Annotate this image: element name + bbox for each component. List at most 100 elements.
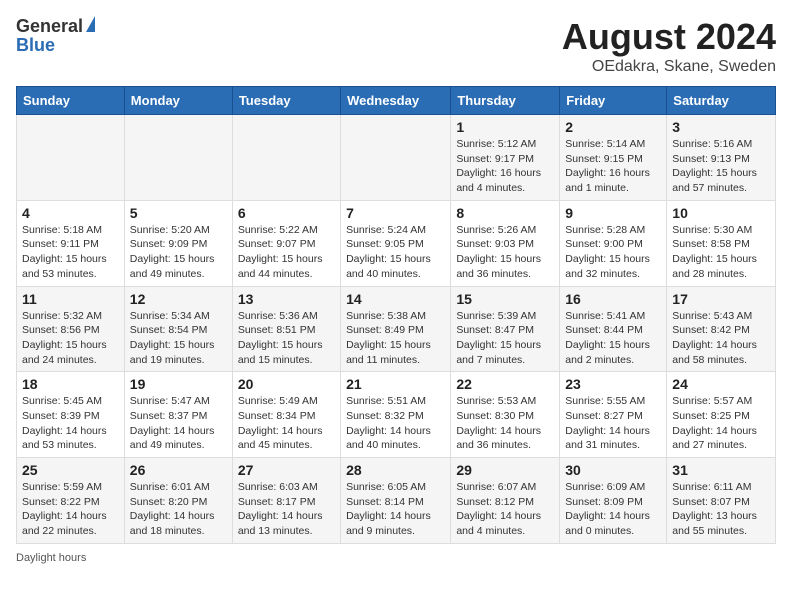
day-info: Sunrise: 5:47 AMSunset: 8:37 PMDaylight:… bbox=[130, 394, 227, 453]
day-number: 11 bbox=[22, 291, 119, 307]
calendar-cell: 20 Sunrise: 5:49 AMSunset: 8:34 PMDaylig… bbox=[232, 372, 340, 458]
day-number: 24 bbox=[672, 376, 770, 392]
day-number: 12 bbox=[130, 291, 227, 307]
calendar-cell: 9 Sunrise: 5:28 AMSunset: 9:00 PMDayligh… bbox=[560, 200, 667, 286]
day-info: Sunrise: 6:09 AMSunset: 8:09 PMDaylight:… bbox=[565, 480, 661, 539]
day-info: Sunrise: 5:39 AMSunset: 8:47 PMDaylight:… bbox=[456, 309, 554, 368]
calendar-cell bbox=[124, 115, 232, 201]
day-number: 27 bbox=[238, 462, 335, 478]
calendar-cell: 4 Sunrise: 5:18 AMSunset: 9:11 PMDayligh… bbox=[17, 200, 125, 286]
day-number: 2 bbox=[565, 119, 661, 135]
calendar-cell bbox=[232, 115, 340, 201]
day-number: 31 bbox=[672, 462, 770, 478]
calendar-cell: 28 Sunrise: 6:05 AMSunset: 8:14 PMDaylig… bbox=[341, 458, 451, 544]
day-number: 8 bbox=[456, 205, 554, 221]
day-number: 16 bbox=[565, 291, 661, 307]
day-info: Sunrise: 5:45 AMSunset: 8:39 PMDaylight:… bbox=[22, 394, 119, 453]
day-number: 18 bbox=[22, 376, 119, 392]
day-info: Sunrise: 6:01 AMSunset: 8:20 PMDaylight:… bbox=[130, 480, 227, 539]
day-number: 23 bbox=[565, 376, 661, 392]
calendar-cell: 11 Sunrise: 5:32 AMSunset: 8:56 PMDaylig… bbox=[17, 286, 125, 372]
day-number: 20 bbox=[238, 376, 335, 392]
calendar-cell: 14 Sunrise: 5:38 AMSunset: 8:49 PMDaylig… bbox=[341, 286, 451, 372]
day-number: 17 bbox=[672, 291, 770, 307]
day-info: Sunrise: 5:51 AMSunset: 8:32 PMDaylight:… bbox=[346, 394, 445, 453]
calendar-cell: 1 Sunrise: 5:12 AMSunset: 9:17 PMDayligh… bbox=[451, 115, 560, 201]
day-number: 1 bbox=[456, 119, 554, 135]
day-number: 22 bbox=[456, 376, 554, 392]
logo: General Blue bbox=[16, 16, 95, 56]
day-info: Sunrise: 5:55 AMSunset: 8:27 PMDaylight:… bbox=[565, 394, 661, 453]
day-number: 9 bbox=[565, 205, 661, 221]
calendar-cell: 29 Sunrise: 6:07 AMSunset: 8:12 PMDaylig… bbox=[451, 458, 560, 544]
page-header: General Blue August 2024 OEdakra, Skane,… bbox=[16, 16, 776, 76]
day-number: 30 bbox=[565, 462, 661, 478]
calendar-cell: 3 Sunrise: 5:16 AMSunset: 9:13 PMDayligh… bbox=[667, 115, 776, 201]
calendar-cell: 19 Sunrise: 5:47 AMSunset: 8:37 PMDaylig… bbox=[124, 372, 232, 458]
title-block: August 2024 OEdakra, Skane, Sweden bbox=[562, 16, 776, 76]
day-number: 21 bbox=[346, 376, 445, 392]
day-info: Sunrise: 6:11 AMSunset: 8:07 PMDaylight:… bbox=[672, 480, 770, 539]
day-number: 25 bbox=[22, 462, 119, 478]
day-info: Sunrise: 5:59 AMSunset: 8:22 PMDaylight:… bbox=[22, 480, 119, 539]
day-number: 26 bbox=[130, 462, 227, 478]
day-info: Sunrise: 6:05 AMSunset: 8:14 PMDaylight:… bbox=[346, 480, 445, 539]
calendar-cell: 16 Sunrise: 5:41 AMSunset: 8:44 PMDaylig… bbox=[560, 286, 667, 372]
calendar-week-row: 4 Sunrise: 5:18 AMSunset: 9:11 PMDayligh… bbox=[17, 200, 776, 286]
calendar-cell: 15 Sunrise: 5:39 AMSunset: 8:47 PMDaylig… bbox=[451, 286, 560, 372]
day-info: Sunrise: 5:38 AMSunset: 8:49 PMDaylight:… bbox=[346, 309, 445, 368]
day-number: 7 bbox=[346, 205, 445, 221]
weekday-header-monday: Monday bbox=[124, 87, 232, 115]
day-info: Sunrise: 5:12 AMSunset: 9:17 PMDaylight:… bbox=[456, 137, 554, 196]
day-info: Sunrise: 5:22 AMSunset: 9:07 PMDaylight:… bbox=[238, 223, 335, 282]
calendar-cell: 27 Sunrise: 6:03 AMSunset: 8:17 PMDaylig… bbox=[232, 458, 340, 544]
day-number: 13 bbox=[238, 291, 335, 307]
logo-triangle-icon bbox=[86, 16, 95, 32]
day-info: Sunrise: 5:53 AMSunset: 8:30 PMDaylight:… bbox=[456, 394, 554, 453]
logo-general: General bbox=[16, 16, 83, 37]
day-info: Sunrise: 5:49 AMSunset: 8:34 PMDaylight:… bbox=[238, 394, 335, 453]
day-number: 4 bbox=[22, 205, 119, 221]
weekday-header-thursday: Thursday bbox=[451, 87, 560, 115]
day-number: 15 bbox=[456, 291, 554, 307]
calendar-week-row: 11 Sunrise: 5:32 AMSunset: 8:56 PMDaylig… bbox=[17, 286, 776, 372]
day-info: Sunrise: 5:20 AMSunset: 9:09 PMDaylight:… bbox=[130, 223, 227, 282]
day-info: Sunrise: 5:57 AMSunset: 8:25 PMDaylight:… bbox=[672, 394, 770, 453]
day-info: Sunrise: 5:41 AMSunset: 8:44 PMDaylight:… bbox=[565, 309, 661, 368]
day-info: Sunrise: 5:14 AMSunset: 9:15 PMDaylight:… bbox=[565, 137, 661, 196]
day-number: 14 bbox=[346, 291, 445, 307]
calendar-cell: 13 Sunrise: 5:36 AMSunset: 8:51 PMDaylig… bbox=[232, 286, 340, 372]
day-number: 6 bbox=[238, 205, 335, 221]
calendar-cell: 22 Sunrise: 5:53 AMSunset: 8:30 PMDaylig… bbox=[451, 372, 560, 458]
calendar-cell: 31 Sunrise: 6:11 AMSunset: 8:07 PMDaylig… bbox=[667, 458, 776, 544]
calendar-week-row: 25 Sunrise: 5:59 AMSunset: 8:22 PMDaylig… bbox=[17, 458, 776, 544]
day-number: 29 bbox=[456, 462, 554, 478]
page-title: August 2024 bbox=[562, 16, 776, 58]
calendar-week-row: 18 Sunrise: 5:45 AMSunset: 8:39 PMDaylig… bbox=[17, 372, 776, 458]
calendar-cell: 21 Sunrise: 5:51 AMSunset: 8:32 PMDaylig… bbox=[341, 372, 451, 458]
footer-text: Daylight hours bbox=[16, 552, 86, 564]
calendar-week-row: 1 Sunrise: 5:12 AMSunset: 9:17 PMDayligh… bbox=[17, 115, 776, 201]
calendar-cell bbox=[341, 115, 451, 201]
calendar-cell: 2 Sunrise: 5:14 AMSunset: 9:15 PMDayligh… bbox=[560, 115, 667, 201]
calendar-cell: 8 Sunrise: 5:26 AMSunset: 9:03 PMDayligh… bbox=[451, 200, 560, 286]
day-info: Sunrise: 6:07 AMSunset: 8:12 PMDaylight:… bbox=[456, 480, 554, 539]
day-number: 28 bbox=[346, 462, 445, 478]
calendar-cell: 30 Sunrise: 6:09 AMSunset: 8:09 PMDaylig… bbox=[560, 458, 667, 544]
page-subtitle: OEdakra, Skane, Sweden bbox=[562, 58, 776, 76]
calendar-cell: 24 Sunrise: 5:57 AMSunset: 8:25 PMDaylig… bbox=[667, 372, 776, 458]
calendar-table: SundayMondayTuesdayWednesdayThursdayFrid… bbox=[16, 86, 776, 544]
logo-blue: Blue bbox=[16, 35, 55, 56]
calendar-cell: 12 Sunrise: 5:34 AMSunset: 8:54 PMDaylig… bbox=[124, 286, 232, 372]
day-number: 5 bbox=[130, 205, 227, 221]
day-info: Sunrise: 5:43 AMSunset: 8:42 PMDaylight:… bbox=[672, 309, 770, 368]
weekday-header-saturday: Saturday bbox=[667, 87, 776, 115]
day-info: Sunrise: 5:32 AMSunset: 8:56 PMDaylight:… bbox=[22, 309, 119, 368]
day-info: Sunrise: 5:26 AMSunset: 9:03 PMDaylight:… bbox=[456, 223, 554, 282]
calendar-cell: 5 Sunrise: 5:20 AMSunset: 9:09 PMDayligh… bbox=[124, 200, 232, 286]
footer: Daylight hours bbox=[16, 552, 776, 564]
calendar-cell: 18 Sunrise: 5:45 AMSunset: 8:39 PMDaylig… bbox=[17, 372, 125, 458]
weekday-header-sunday: Sunday bbox=[17, 87, 125, 115]
calendar-cell bbox=[17, 115, 125, 201]
day-info: Sunrise: 5:24 AMSunset: 9:05 PMDaylight:… bbox=[346, 223, 445, 282]
